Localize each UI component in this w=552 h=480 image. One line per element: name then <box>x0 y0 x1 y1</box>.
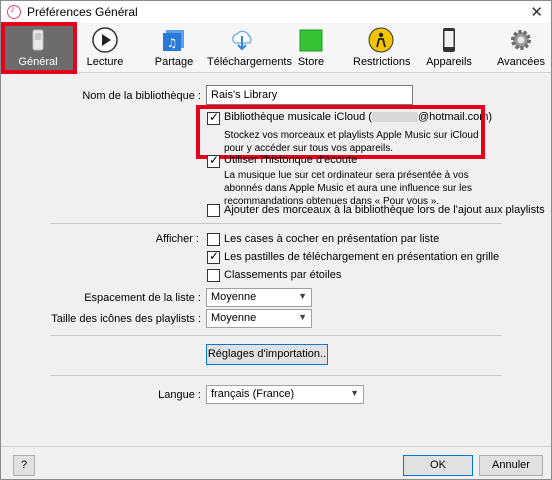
separator-3 <box>51 375 501 376</box>
playlist-icon-size-label: Taille des icônes des playlists : <box>51 313 201 325</box>
highlight-box-icloud <box>196 105 485 159</box>
tab-devices-label: Appareils <box>426 56 472 68</box>
tab-playback-label: Lecture <box>86 56 124 68</box>
tab-advanced-label: Avancées <box>496 56 546 68</box>
tab-devices[interactable]: Appareils <box>421 23 477 73</box>
gear-icon <box>511 30 531 50</box>
store-green-icon <box>299 29 323 52</box>
listening-history-description: La musique lue sur cet ordinateur sera p… <box>224 170 472 207</box>
window-title: Préférences Général <box>27 5 138 19</box>
tab-restrictions[interactable]: Restrictions <box>353 23 411 73</box>
list-spacing-label: Espacement de la liste : <box>84 292 201 304</box>
display-label: Afficher : <box>155 233 199 245</box>
chevron-down-icon: ▼ <box>298 291 307 301</box>
tab-downloads[interactable]: Téléchargements <box>207 23 292 73</box>
playlist-icon-size-value: Moyenne <box>211 312 257 324</box>
library-name-label: Nom de la bibliothèque : <box>82 90 201 102</box>
tab-sharing[interactable]: ♫ Partage <box>149 23 199 73</box>
title-bar: Préférences Général ✕ <box>1 1 551 23</box>
phone-icon <box>443 28 455 52</box>
tab-restrictions-label: Restrictions <box>353 56 411 68</box>
separator-1 <box>51 223 501 224</box>
add-to-library-label[interactable]: Ajouter des morceaux à la bibliothèque l… <box>224 204 545 216</box>
chevron-down-icon: ▼ <box>350 388 359 398</box>
cancel-button[interactable]: Annuler <box>479 455 543 476</box>
highlight-box-general <box>1 22 77 74</box>
play-icon <box>92 27 118 53</box>
tab-store-label: Store <box>297 56 325 68</box>
language-value: français (France) <box>211 388 295 400</box>
tab-downloads-label: Téléchargements <box>207 56 292 68</box>
listening-history-label[interactable]: Utiliser l'historique d'écoute <box>224 154 357 166</box>
chevron-down-icon: ▼ <box>298 312 307 322</box>
language-select[interactable]: français (France) ▼ <box>206 385 364 404</box>
import-settings-button[interactable]: Réglages d'importation.. <box>206 344 328 365</box>
tab-sharing-label: Partage <box>154 56 194 68</box>
close-icon[interactable]: ✕ <box>530 3 543 21</box>
display-star-ratings-label[interactable]: Classements par étoiles <box>224 269 341 281</box>
language-label: Langue : <box>158 389 201 401</box>
preferences-toolbar: Général Lecture ♫ Partage Téléchargement… <box>1 23 551 73</box>
library-name-field[interactable] <box>206 85 413 105</box>
separator-2 <box>51 335 501 336</box>
display-star-ratings-checkbox[interactable] <box>207 269 220 282</box>
itunes-icon <box>7 4 21 19</box>
listening-history-checkbox[interactable] <box>207 153 220 168</box>
cloud-download-icon <box>232 30 252 51</box>
display-download-badges-label[interactable]: Les pastilles de téléchargement en prése… <box>224 251 499 263</box>
display-checkboxes-list-label[interactable]: Les cases à cocher en présentation par l… <box>224 233 439 245</box>
ok-button[interactable]: OK <box>403 455 473 476</box>
list-spacing-select[interactable]: Moyenne ▼ <box>206 288 312 307</box>
playlist-icon-size-select[interactable]: Moyenne ▼ <box>206 309 312 328</box>
help-button[interactable]: ? <box>13 455 35 476</box>
restrictions-icon <box>368 27 394 53</box>
shared-music-icon: ♫ <box>163 30 184 51</box>
svg-text:♫: ♫ <box>167 36 178 50</box>
display-checkboxes-list-checkbox[interactable] <box>207 233 220 246</box>
display-download-badges-checkbox[interactable] <box>207 249 220 264</box>
tab-advanced[interactable]: Avancées <box>495 23 547 73</box>
add-to-library-checkbox[interactable] <box>207 204 220 217</box>
list-spacing-value: Moyenne <box>211 291 257 303</box>
tab-playback[interactable]: Lecture <box>81 23 129 73</box>
tab-store[interactable]: Store <box>287 23 335 73</box>
preferences-window: Préférences Général ✕ Général Lecture ♫ <box>0 0 552 480</box>
